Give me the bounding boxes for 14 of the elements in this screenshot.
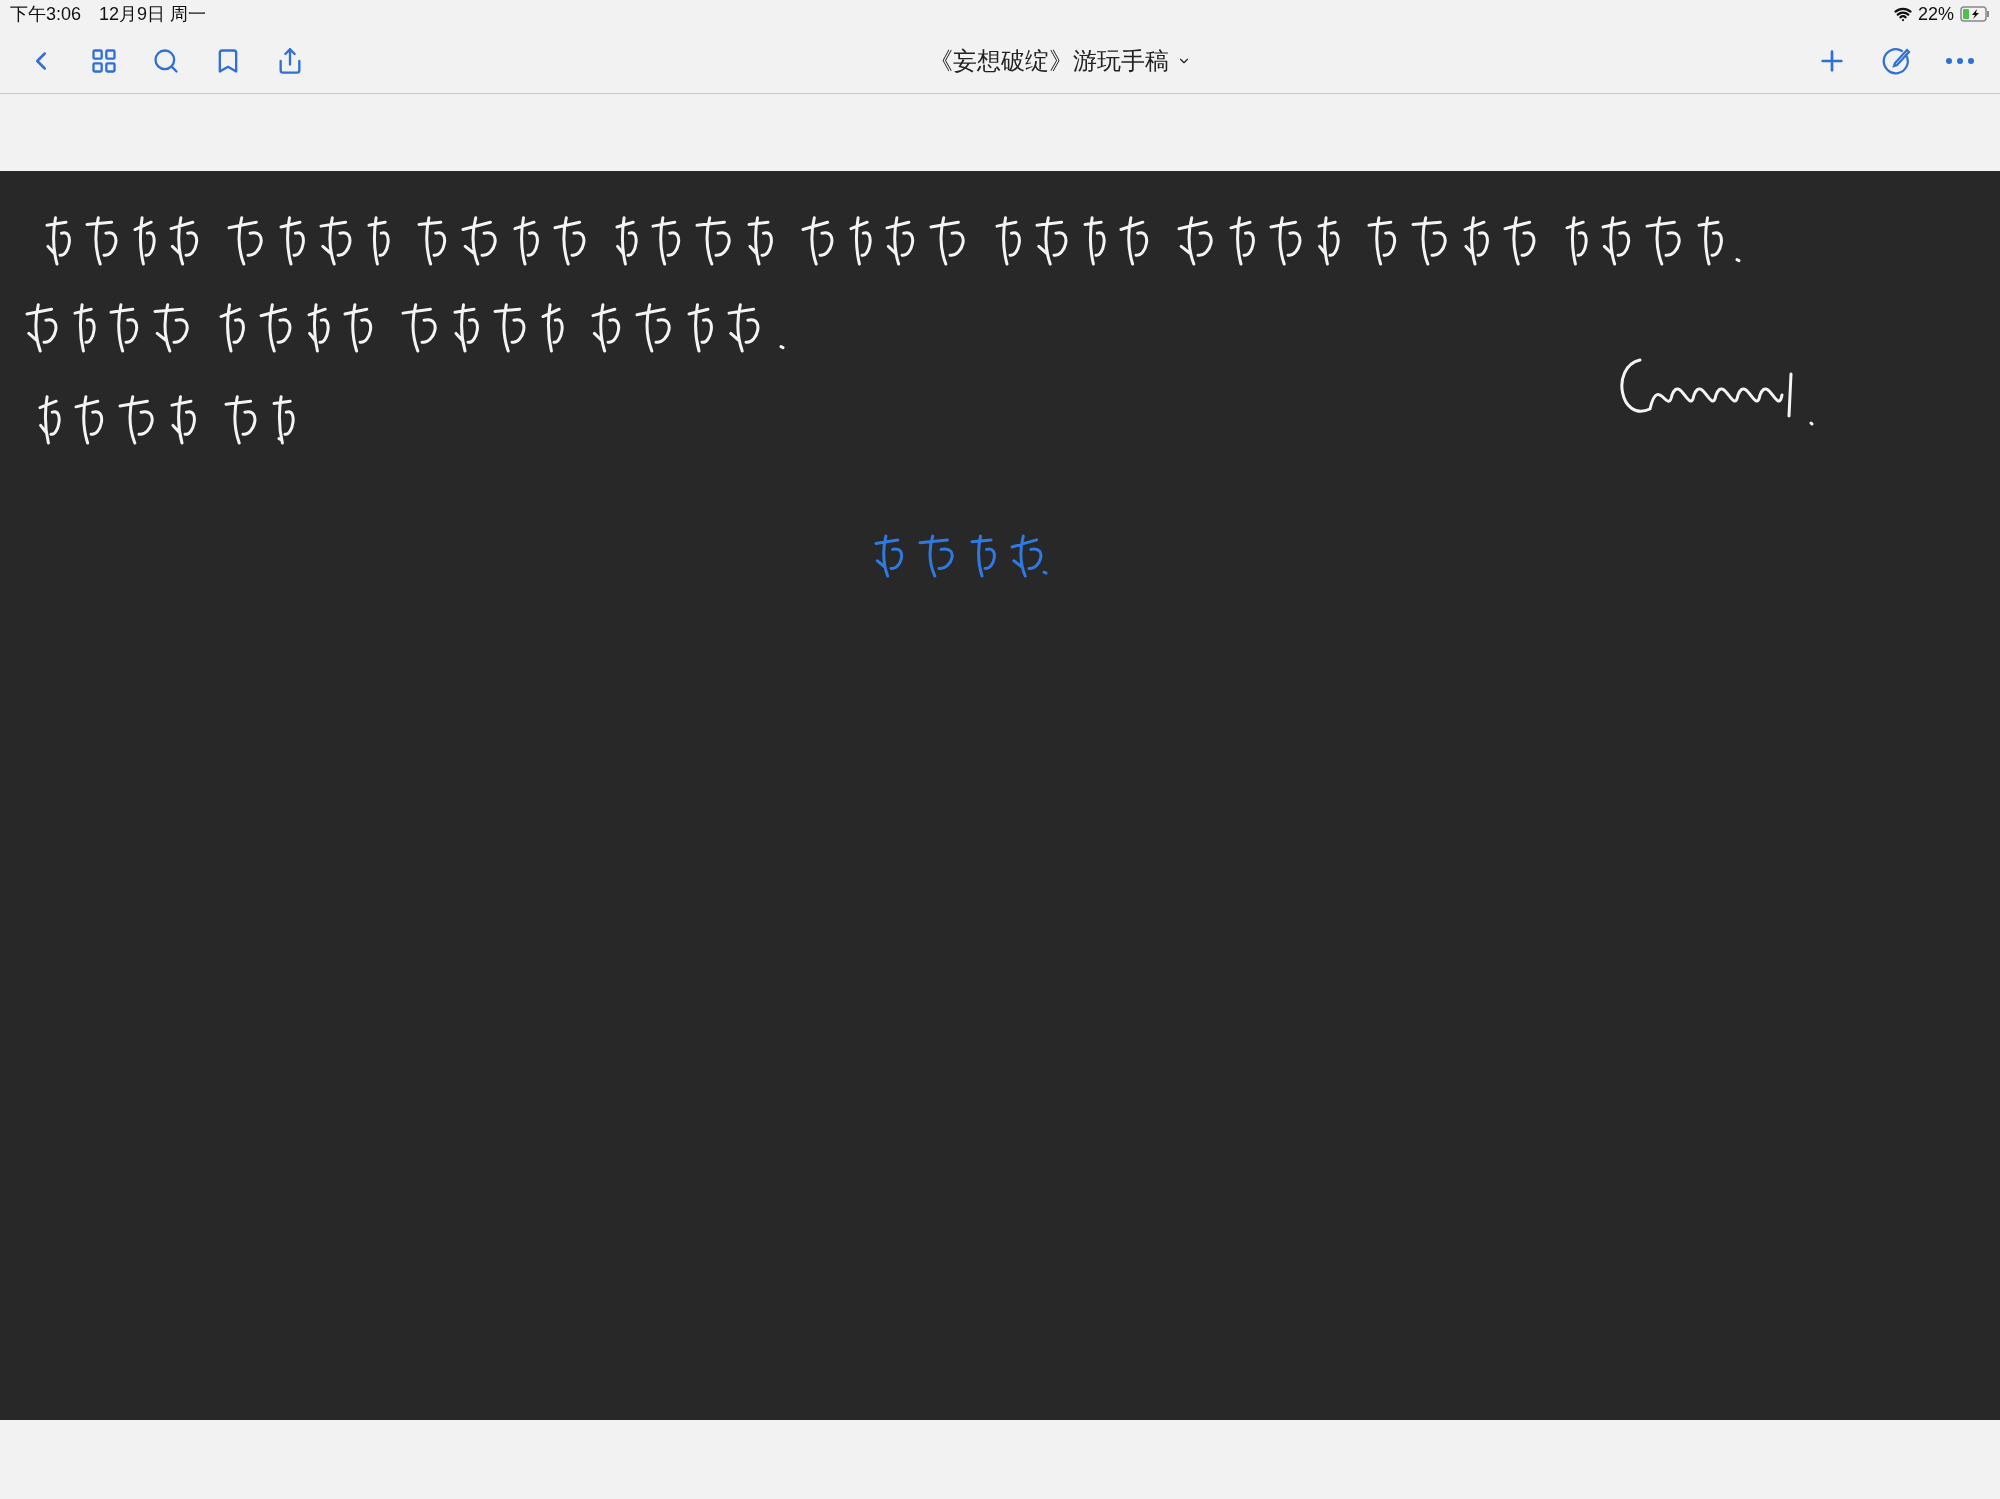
search-icon — [152, 46, 180, 75]
document-title[interactable]: 《妄想破绽》游玩手稿 — [929, 44, 1191, 77]
pencil-circle-icon — [1882, 45, 1912, 76]
battery-icon — [1960, 6, 1990, 22]
more-button[interactable] — [1946, 57, 1974, 64]
grid-icon — [90, 46, 118, 75]
status-time: 下午3:06 — [10, 3, 82, 26]
battery-percentage: 22% — [1917, 3, 1954, 25]
pen-edit-button[interactable] — [1882, 45, 1912, 76]
grid-view-button[interactable] — [90, 46, 118, 75]
wifi-icon — [1893, 5, 1912, 23]
more-icon — [1946, 57, 1974, 64]
search-button[interactable] — [152, 46, 180, 75]
status-date: 12月9日 周一 — [99, 3, 207, 26]
